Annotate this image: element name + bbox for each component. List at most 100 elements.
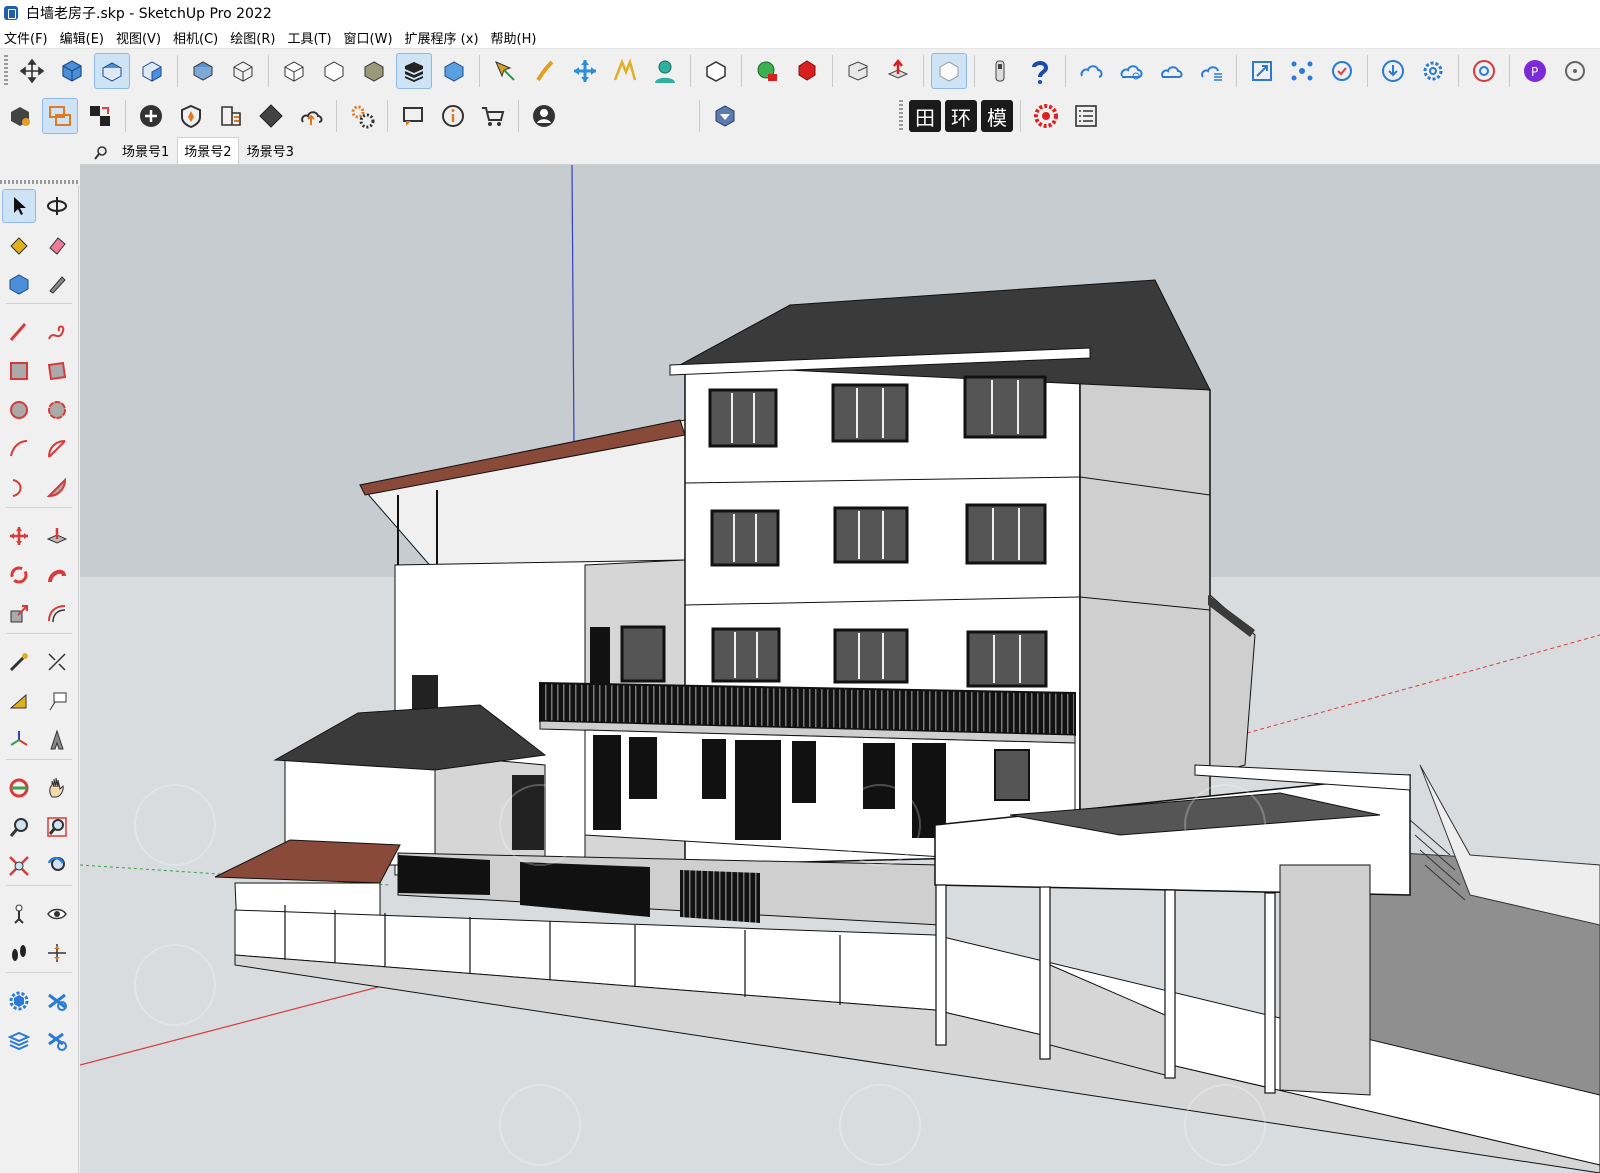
tab-scene-3[interactable]: 场景号3 [241,138,300,164]
two-point-arc-icon[interactable] [40,432,74,466]
move-tool-icon[interactable] [2,519,36,553]
settings-icon[interactable] [1415,53,1451,89]
look-around-tool-icon[interactable] [40,897,74,931]
tape-icon[interactable] [982,53,1018,89]
pan-tool-icon[interactable] [40,771,74,805]
menu-tools[interactable]: 工具(T) [283,28,339,47]
push-pull-red-icon[interactable] [880,53,916,89]
model-viewport[interactable] [80,165,1600,1173]
menu-view[interactable]: 视图(V) [112,28,169,47]
shield-icon[interactable] [173,98,209,134]
list-icon[interactable] [1068,98,1104,134]
previous-view-icon[interactable] [40,849,74,883]
orbit-tool-icon[interactable] [40,189,74,223]
textured-icon[interactable] [356,53,392,89]
component-swap-icon[interactable] [82,98,118,134]
walk-tool-icon[interactable] [2,936,36,970]
toolbar-grip[interactable] [4,55,8,87]
user-icon[interactable] [526,98,562,134]
menu-extensions[interactable]: 扩展程序 (x) [401,28,487,47]
layers-tool-icon[interactable] [2,1023,36,1057]
walk-icon[interactable] [527,53,563,89]
follow-me-tool-icon[interactable] [40,558,74,592]
3d-text-tool-icon[interactable] [40,723,74,757]
layers-gear-icon[interactable] [40,1023,74,1057]
cloud-share-icon[interactable] [1113,53,1149,89]
monochrome-icon[interactable] [396,53,432,89]
solid-gear-icon[interactable] [40,984,74,1018]
model-button[interactable]: 模 [981,100,1013,132]
paint-bucket-icon[interactable] [2,228,36,262]
scene-search-icon[interactable] [86,142,116,164]
offset-tool-icon[interactable] [40,597,74,631]
eraser-box-icon[interactable] [840,53,876,89]
scale-icon[interactable] [1244,53,1280,89]
axes-tool-icon[interactable] [2,723,36,757]
xray-icon[interactable] [185,53,221,89]
eraser-tool-icon[interactable] [40,228,74,262]
tape-measure-icon[interactable] [2,645,36,679]
text-tool-icon[interactable] [40,684,74,718]
menu-edit[interactable]: 编辑(E) [56,28,112,47]
info-icon[interactable] [435,98,471,134]
look-around-icon[interactable] [607,53,643,89]
warehouse-icon[interactable] [2,98,38,134]
soften-icon[interactable] [931,53,967,89]
hidden-line-icon[interactable] [276,53,312,89]
cloud-icon[interactable] [1153,53,1189,89]
ring-button[interactable]: 环 [945,100,977,132]
tab-scene-1[interactable]: 场景号1 [116,138,175,164]
front-view-icon[interactable] [134,53,170,89]
grid-button[interactable]: 田 [909,100,941,132]
menu-camera[interactable]: 相机(C) [169,28,226,47]
solid-tools-icon[interactable] [2,984,36,1018]
message-icon[interactable] [395,98,431,134]
menu-file[interactable]: 文件(F) [0,28,56,47]
zoom-extents-icon[interactable] [2,849,36,883]
section-plane-icon[interactable] [436,53,472,89]
protractor-tool-icon[interactable] [2,684,36,718]
menu-help[interactable]: 帮助(H) [487,28,545,47]
hatch-icon[interactable] [213,98,249,134]
wireframe-icon[interactable] [225,53,261,89]
arc-tool-icon[interactable] [2,432,36,466]
line-tool-icon[interactable] [2,315,36,349]
left-toolbar-grip[interactable] [0,180,78,184]
polygon-tool-icon[interactable] [40,393,74,427]
menu-window[interactable]: 窗口(W) [340,28,401,47]
three-point-arc-icon[interactable] [2,471,36,505]
zoom-window-icon[interactable] [40,810,74,844]
cube-select-icon[interactable] [707,98,743,134]
pie-tool-icon[interactable] [40,471,74,505]
download-icon[interactable] [1375,53,1411,89]
help-icon[interactable] [1022,53,1058,89]
history-icon[interactable] [1557,53,1593,89]
dimension-tool-icon[interactable] [40,645,74,679]
zoom-tool-icon[interactable] [2,810,36,844]
refresh-check-icon[interactable] [1324,53,1360,89]
freehand-tool-icon[interactable] [40,315,74,349]
pen-tool-icon[interactable] [40,267,74,301]
cart-icon[interactable] [475,98,511,134]
select-view-icon[interactable] [14,53,50,89]
menu-draw[interactable]: 绘图(R) [226,28,283,47]
rectangle-tool-icon[interactable] [2,354,36,388]
profile-icon[interactable]: P [1517,53,1553,89]
cloud-sync-icon[interactable] [1073,53,1109,89]
chrome-icon[interactable] [1466,53,1502,89]
iso-view-icon[interactable] [54,53,90,89]
add-circle-icon[interactable] [133,98,169,134]
move-axes-icon[interactable] [567,53,603,89]
group-subtract-icon[interactable] [789,53,825,89]
top-view-icon[interactable] [94,53,130,89]
push-pull-tool-icon[interactable] [40,519,74,553]
star-gear-icon[interactable] [1028,98,1064,134]
position-camera-tool-icon[interactable] [2,897,36,931]
cloud-list-icon[interactable] [1193,53,1229,89]
network-icon[interactable] [1284,53,1320,89]
swap-icon[interactable] [42,98,78,134]
rotate-tool-icon[interactable] [2,558,36,592]
gears-icon[interactable] [344,98,380,134]
group-add-icon[interactable] [749,53,785,89]
section-plane-tool-icon[interactable] [40,936,74,970]
